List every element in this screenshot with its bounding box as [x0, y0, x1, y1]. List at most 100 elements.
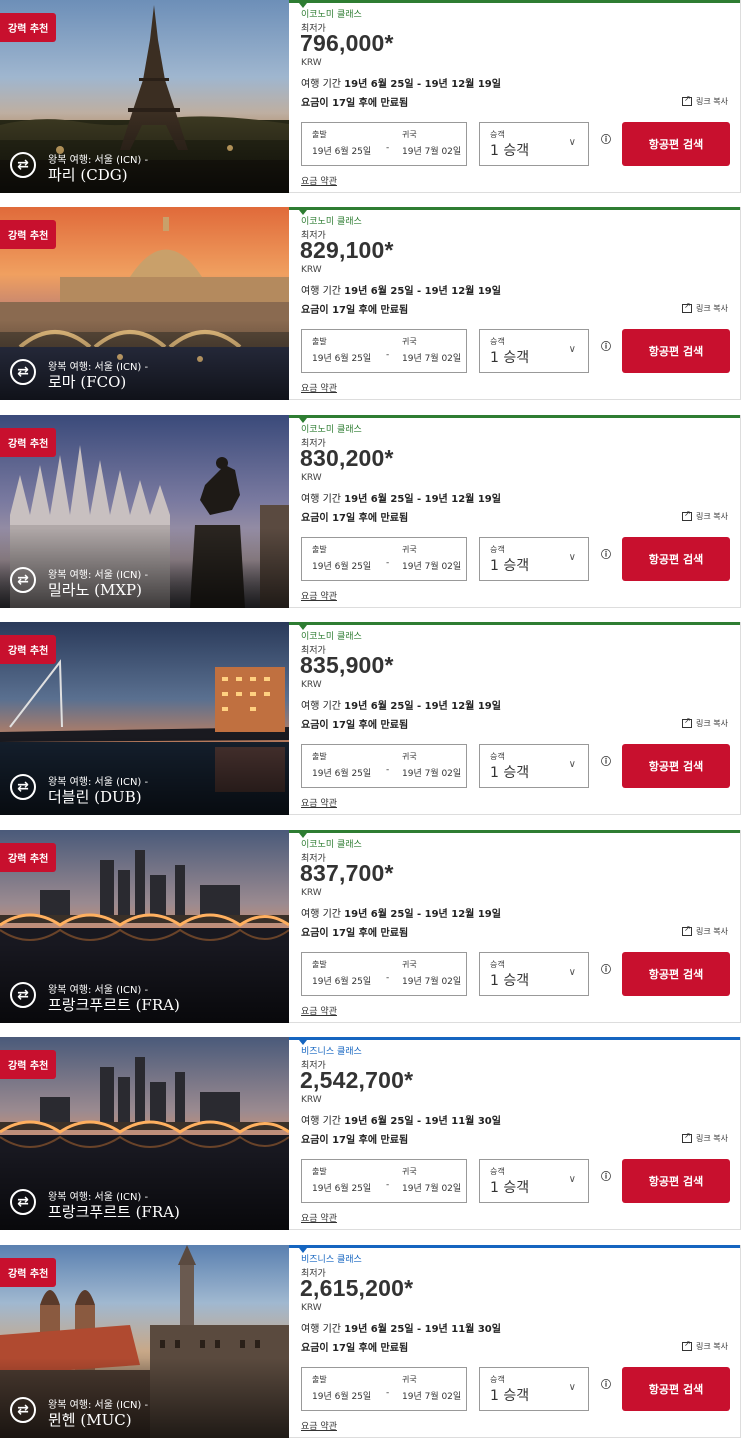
- cabin-class: 비즈니스 클래스: [301, 1255, 362, 1265]
- copy-link[interactable]: 링크 복사: [682, 1131, 728, 1144]
- currency: KRW: [301, 473, 322, 483]
- return-date: 19년 7월 02일: [402, 1392, 462, 1402]
- fare-terms-link[interactable]: 요금 약관: [301, 1211, 337, 1224]
- chevron-down-icon: ∨: [568, 1382, 576, 1393]
- price: 835,900*: [300, 652, 394, 678]
- search-flights-button[interactable]: 항공편 검색: [622, 122, 730, 166]
- info-icon[interactable]: ⓘ: [600, 1380, 612, 1392]
- return-label: 귀국: [402, 545, 417, 554]
- chevron-down-icon: ∨: [568, 759, 576, 770]
- fare-expiry: 요금이 17일 후에 만료됨: [301, 928, 409, 939]
- fare-terms-link[interactable]: 요금 약관: [301, 796, 337, 809]
- fare-expiry: 요금이 17일 후에 만료됨: [301, 98, 409, 109]
- fare-terms-link[interactable]: 요금 약관: [301, 1004, 337, 1017]
- search-flights-button[interactable]: 항공편 검색: [622, 537, 730, 581]
- share-icon: [682, 1131, 693, 1143]
- date-selector[interactable]: 출발 귀국 19년 6월 25일 - 19년 7월 02일: [301, 744, 467, 788]
- currency: KRW: [301, 58, 322, 68]
- depart-label: 출발: [312, 130, 327, 139]
- deal-card: 강력 추천 ⇄ 왕복 여행: 서울 (ICN) - 밀라노 (MXP) 이코노미…: [0, 415, 741, 608]
- price: 830,200*: [300, 445, 394, 471]
- return-date: 19년 7월 02일: [402, 977, 462, 987]
- route-destination: 뮌헨 (MUC): [48, 1411, 132, 1429]
- depart-date: 19년 6월 25일: [312, 562, 372, 572]
- info-icon[interactable]: ⓘ: [600, 342, 612, 354]
- return-label: 귀국: [402, 752, 417, 761]
- round-trip-icon: ⇄: [10, 359, 36, 385]
- fare-expiry: 요금이 17일 후에 만료됨: [301, 1343, 409, 1354]
- fare-expiry: 요금이 17일 후에 만료됨: [301, 720, 409, 731]
- chevron-down-icon: ∨: [568, 344, 576, 355]
- share-icon: [682, 94, 693, 106]
- fare-terms-link[interactable]: 요금 약관: [301, 1419, 337, 1432]
- cabin-class: 이코노미 클래스: [301, 632, 362, 642]
- copy-link[interactable]: 링크 복사: [682, 509, 728, 522]
- route-destination: 프랑크푸르트 (FRA): [48, 1203, 180, 1221]
- depart-label: 출발: [312, 960, 327, 969]
- date-selector[interactable]: 출발 귀국 19년 6월 25일 - 19년 7월 02일: [301, 952, 467, 996]
- copy-link[interactable]: 링크 복사: [682, 301, 728, 314]
- info-icon[interactable]: ⓘ: [600, 965, 612, 977]
- passenger-select[interactable]: 승객 1 승객 ∨: [479, 744, 589, 788]
- travel-period: 여행 기간 19년 6월 25일 - 19년 12월 19일: [301, 286, 501, 297]
- fare-terms-link[interactable]: 요금 약관: [301, 381, 337, 394]
- copy-link[interactable]: 링크 복사: [682, 94, 728, 107]
- info-icon[interactable]: ⓘ: [600, 135, 612, 147]
- return-label: 귀국: [402, 960, 417, 969]
- fare-terms-link[interactable]: 요금 약관: [301, 589, 337, 602]
- recommended-badge: 강력 추천: [0, 1050, 57, 1079]
- date-selector[interactable]: 출발 귀국 19년 6월 25일 - 19년 7월 02일: [301, 537, 467, 581]
- fare-info-panel: 이코노미 클래스 최저가 837,700* KRW 여행 기간 19년 6월 2…: [289, 830, 741, 1023]
- fare-info-panel: 이코노미 클래스 최저가 835,900* KRW 여행 기간 19년 6월 2…: [289, 622, 741, 815]
- depart-label: 출발: [312, 1375, 327, 1384]
- search-flights-button[interactable]: 항공편 검색: [622, 952, 730, 996]
- deal-card: 강력 추천 ⇄ 왕복 여행: 서울 (ICN) - 프랑크푸르트 (FRA) 비…: [0, 1037, 741, 1230]
- depart-label: 출발: [312, 752, 327, 761]
- info-icon[interactable]: ⓘ: [600, 1172, 612, 1184]
- return-label: 귀국: [402, 1375, 417, 1384]
- return-label: 귀국: [402, 130, 417, 139]
- depart-date: 19년 6월 25일: [312, 977, 372, 987]
- return-date: 19년 7월 02일: [402, 769, 462, 779]
- info-icon[interactable]: ⓘ: [600, 757, 612, 769]
- currency: KRW: [301, 1095, 322, 1105]
- deal-card: 강력 추천 ⇄ 왕복 여행: 서울 (ICN) - 파리 (CDG) 이코노미 …: [0, 0, 741, 193]
- date-selector[interactable]: 출발 귀국 19년 6월 25일 - 19년 7월 02일: [301, 1159, 467, 1203]
- round-trip-icon: ⇄: [10, 567, 36, 593]
- route-destination: 프랑크푸르트 (FRA): [48, 996, 180, 1014]
- passenger-select[interactable]: 승객 1 승객 ∨: [479, 122, 589, 166]
- depart-date: 19년 6월 25일: [312, 147, 372, 157]
- copy-link[interactable]: 링크 복사: [682, 716, 728, 729]
- share-icon: [682, 301, 693, 313]
- deal-card: 강력 추천 ⇄ 왕복 여행: 서울 (ICN) - 로마 (FCO) 이코노미 …: [0, 207, 741, 400]
- date-selector[interactable]: 출발 귀국 19년 6월 25일 - 19년 7월 02일: [301, 122, 467, 166]
- deal-card: 강력 추천 ⇄ 왕복 여행: 서울 (ICN) - 프랑크푸르트 (FRA) 이…: [0, 830, 741, 1023]
- travel-period: 여행 기간 19년 6월 25일 - 19년 12월 19일: [301, 701, 501, 712]
- date-selector[interactable]: 출발 귀국 19년 6월 25일 - 19년 7월 02일: [301, 329, 467, 373]
- deal-card: 강력 추천 ⇄ 왕복 여행: 서울 (ICN) - 더블린 (DUB) 이코노미…: [0, 622, 741, 815]
- route-destination: 밀라노 (MXP): [48, 581, 143, 599]
- depart-date: 19년 6월 25일: [312, 1392, 372, 1402]
- passenger-select[interactable]: 승객 1 승객 ∨: [479, 1367, 589, 1411]
- passenger-select[interactable]: 승객 1 승객 ∨: [479, 329, 589, 373]
- passenger-select[interactable]: 승객 1 승객 ∨: [479, 952, 589, 996]
- depart-date: 19년 6월 25일: [312, 1184, 372, 1194]
- passenger-select[interactable]: 승객 1 승객 ∨: [479, 1159, 589, 1203]
- passenger-select[interactable]: 승객 1 승객 ∨: [479, 537, 589, 581]
- copy-link[interactable]: 링크 복사: [682, 924, 728, 937]
- date-selector[interactable]: 출발 귀국 19년 6월 25일 - 19년 7월 02일: [301, 1367, 467, 1411]
- info-icon[interactable]: ⓘ: [600, 550, 612, 562]
- return-date: 19년 7월 02일: [402, 1184, 462, 1194]
- search-flights-button[interactable]: 항공편 검색: [622, 1159, 730, 1203]
- fare-info-panel: 이코노미 클래스 최저가 829,100* KRW 여행 기간 19년 6월 2…: [289, 207, 741, 400]
- search-flights-button[interactable]: 항공편 검색: [622, 744, 730, 788]
- travel-period: 여행 기간 19년 6월 25일 - 19년 11월 30일: [301, 1116, 501, 1127]
- fare-terms-link[interactable]: 요금 약관: [301, 174, 337, 187]
- copy-link[interactable]: 링크 복사: [682, 1339, 728, 1352]
- recommended-badge: 강력 추천: [0, 220, 57, 249]
- search-flights-button[interactable]: 항공편 검색: [622, 1367, 730, 1411]
- search-flights-button[interactable]: 항공편 검색: [622, 329, 730, 373]
- return-label: 귀국: [402, 337, 417, 346]
- fare-expiry: 요금이 17일 후에 만료됨: [301, 1135, 409, 1146]
- cabin-class: 비즈니스 클래스: [301, 1047, 362, 1057]
